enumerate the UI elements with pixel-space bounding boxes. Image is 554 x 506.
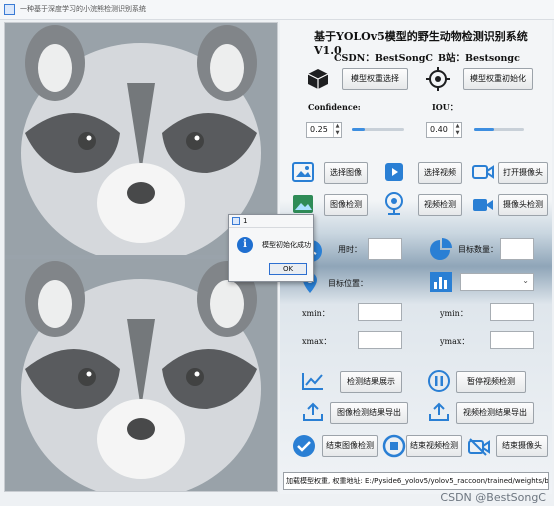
select-image-button[interactable]: 选择图像 — [324, 162, 368, 184]
time-output — [368, 238, 402, 260]
end-video-detect-button[interactable]: 结束视频检测 — [406, 435, 462, 457]
result-show-button[interactable]: 检测结果展示 — [340, 371, 402, 393]
webcam-icon — [385, 192, 403, 215]
ymax-label: ymax： — [440, 337, 470, 346]
confidence-label: Confidence: — [308, 102, 361, 112]
xmin-label: xmin： — [302, 309, 330, 318]
check-circle-icon — [293, 435, 315, 457]
model-init-button[interactable]: 模型权重初始化 — [463, 68, 533, 90]
export-icon — [303, 402, 323, 421]
ymin-output — [490, 303, 534, 321]
count-output — [500, 238, 534, 260]
xmin-output — [358, 303, 402, 321]
app-icon — [232, 217, 240, 225]
window-title: 一种基于深度学习的小浣熊检测识别系统 — [20, 5, 146, 13]
select-video-button[interactable]: 选择视频 — [418, 162, 462, 184]
camera-icon — [472, 165, 494, 179]
pie-chart-icon — [430, 238, 452, 260]
image-icon — [292, 162, 314, 182]
chevron-down-icon: ⌄ — [522, 276, 529, 285]
bar-chart-icon — [430, 272, 452, 292]
end-image-detect-button[interactable]: 结束图像检测 — [322, 435, 378, 457]
camera-detect-button[interactable]: 摄像头检测 — [498, 194, 548, 216]
xmax-output — [358, 331, 402, 349]
target-select-dropdown[interactable]: ⌄ — [460, 273, 534, 291]
video-camera-icon — [473, 199, 493, 211]
video-detect-button[interactable]: 视频检测 — [418, 194, 462, 216]
bstation-label: B站：Bestsongc — [438, 53, 520, 64]
position-label: 目标位置： — [328, 279, 368, 288]
iou-value: 0.40 — [430, 125, 448, 134]
window-titlebar: 一种基于深度学习的小浣熊检测识别系统 — [0, 0, 554, 20]
detected-image — [5, 259, 277, 491]
target-icon — [426, 67, 450, 91]
ymax-output — [490, 331, 534, 349]
confidence-value: 0.25 — [310, 125, 328, 134]
camera-off-icon — [468, 438, 490, 456]
iou-label: IOU： — [432, 102, 458, 112]
chart-line-icon — [302, 373, 323, 390]
count-label: 目标数量： — [458, 245, 498, 254]
export-video-button[interactable]: 视频检测结果导出 — [456, 402, 534, 424]
open-camera-button[interactable]: 打开摄像头 — [498, 162, 548, 184]
status-bar: 加载模型权重, 权重地址: E:/Pyside6_yolov5/yolov5_r… — [283, 472, 549, 490]
export-image-button[interactable]: 图像检测结果导出 — [330, 402, 408, 424]
stop-icon — [382, 434, 406, 458]
iou-spinbox[interactable]: 0.40 ▲ ▼ — [426, 122, 462, 138]
dialog-titlebar: 1 — [229, 215, 313, 228]
xmax-label: xmax： — [302, 337, 332, 346]
watermark: CSDN @BestSongC — [440, 491, 546, 504]
image-detect-button[interactable]: 图像检测 — [324, 194, 368, 216]
end-camera-button[interactable]: 结束摄像头 — [496, 435, 548, 457]
image-detect-icon — [293, 195, 313, 213]
csdn-label: CSDN：BestSongC — [334, 53, 433, 64]
spin-arrows-icon[interactable]: ▲ ▼ — [333, 123, 341, 137]
export-icon — [429, 402, 449, 421]
control-panel: 基于YOLOv5模型的野生动物检测识别系统V1.0 CSDN：BestSongC… — [280, 20, 552, 494]
time-label: 用时： — [338, 245, 362, 254]
pause-video-button[interactable]: 暂停视频检测 — [456, 371, 526, 393]
pause-icon — [428, 370, 450, 392]
confidence-spinbox[interactable]: 0.25 ▲ ▼ — [306, 122, 342, 138]
dialog-title: 1 — [243, 217, 248, 225]
ymin-label: ymin： — [440, 309, 468, 318]
video-play-icon — [385, 163, 403, 181]
dialog-ok-button[interactable]: OK — [269, 263, 307, 275]
app-icon — [4, 4, 15, 15]
dialog-message: 模型初始化成功 — [262, 241, 311, 249]
model-select-button[interactable]: 模型权重选择 — [342, 68, 408, 90]
cube-icon — [307, 69, 329, 89]
info-dialog: 1 i 模型初始化成功 OK — [228, 214, 314, 282]
spin-arrows-icon[interactable]: ▲ ▼ — [453, 123, 461, 137]
confidence-slider[interactable] — [352, 128, 404, 131]
iou-slider[interactable] — [474, 128, 524, 131]
info-icon: i — [237, 237, 253, 253]
